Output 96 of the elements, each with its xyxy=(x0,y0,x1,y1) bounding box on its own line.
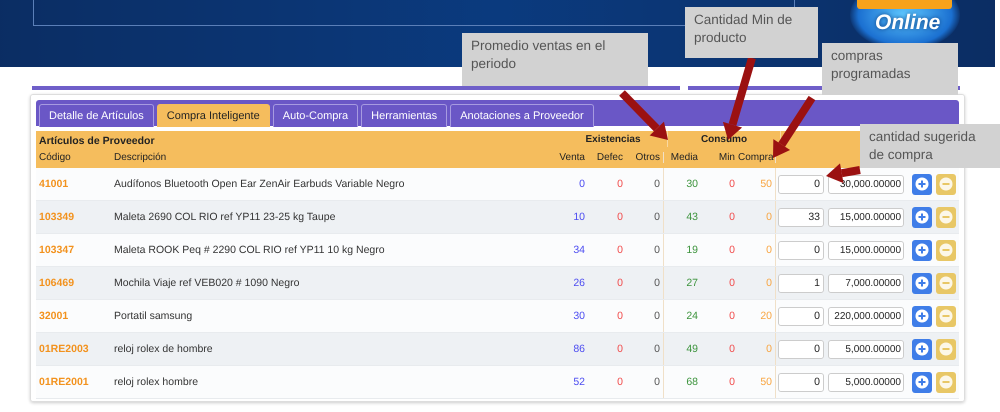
table-cell-text: 19 xyxy=(685,243,699,258)
table-cell: 0 xyxy=(738,234,776,266)
table-cell: 20 xyxy=(738,300,776,332)
table-cell-text: 34 xyxy=(572,243,586,258)
add-button[interactable] xyxy=(912,372,932,392)
table-cell-text: reloj rolex hombre xyxy=(114,375,200,390)
table-cell-text: 27 xyxy=(685,276,699,291)
table-cell: 0 xyxy=(626,234,664,266)
table-cell-text: 0 xyxy=(728,375,736,390)
table-cell: 0 xyxy=(626,168,664,200)
logo-text: Online xyxy=(875,11,940,35)
table-cell-text: 01RE2003 xyxy=(39,342,90,357)
callout: compras programadas xyxy=(822,43,958,95)
column-header: Venta xyxy=(558,152,586,163)
table-cell-text: 0 xyxy=(616,375,624,390)
table-cell-text: 103347 xyxy=(39,243,76,258)
price-field[interactable]: 5,000.00000 xyxy=(828,340,904,358)
table-cell-text: 0 xyxy=(616,276,624,291)
table-cell-text: 32001 xyxy=(39,309,70,324)
tab[interactable]: Auto-Compra xyxy=(272,104,358,127)
table-cell-text: 0 xyxy=(728,309,736,324)
table-cell: 50 xyxy=(738,366,776,398)
tab[interactable]: Anotaciones a Proveedor xyxy=(450,104,594,127)
tab[interactable]: Detalle de Artículos xyxy=(39,104,154,127)
table-cell-text: 01RE2001 xyxy=(39,375,90,390)
price-field[interactable]: 220,000.00000 xyxy=(828,306,904,326)
table-cell: 0 xyxy=(626,333,664,365)
table-cell-text: 86 xyxy=(572,342,586,357)
add-button[interactable] xyxy=(912,306,932,326)
callout: Cantidad Min de producto xyxy=(685,7,818,58)
table-cell-text: 0 xyxy=(728,177,736,192)
arrow xyxy=(773,96,816,158)
tab[interactable]: Herramientas xyxy=(361,104,448,127)
table-cell-text: 0 xyxy=(616,342,624,357)
table-cell-text: 52 xyxy=(572,375,586,390)
table-cell-text: 41001 xyxy=(39,177,70,192)
table-cell-text: 68 xyxy=(685,375,699,390)
table-cell-text: Portatil samsung xyxy=(114,309,194,324)
table-cell-text: 30 xyxy=(685,177,699,192)
table-cell: 0 xyxy=(626,201,664,233)
table-cell-text: 49 xyxy=(685,342,699,357)
table-cell-text: 106469 xyxy=(39,276,76,291)
price-field[interactable]: 7,000.00000 xyxy=(828,274,904,292)
column-header: Media xyxy=(670,152,699,163)
column-header: Min xyxy=(718,152,736,163)
table-cell-text: 0 xyxy=(578,177,586,192)
table-cell-text: 10 xyxy=(572,210,586,225)
table-cell: 0 xyxy=(738,267,776,299)
quantity-field[interactable]: 0 xyxy=(778,340,824,358)
add-button[interactable] xyxy=(912,240,932,260)
add-button[interactable] xyxy=(912,338,932,360)
price-field[interactable]: 30,000.00000 xyxy=(828,174,904,194)
quantity-field[interactable]: 0 xyxy=(778,240,824,260)
table-cell-text: 0 xyxy=(728,243,736,258)
callout: Promedio ventas en el periodo xyxy=(462,33,648,86)
column-header: Otros xyxy=(626,152,664,163)
tab[interactable]: Compra Inteligente xyxy=(156,104,270,127)
table-cell-text: Audífonos Bluetooth Open Ear ZenAir Earbuds Variable Negro xyxy=(114,177,406,192)
table-cell: 0 xyxy=(626,267,664,299)
table-cell-text: 0 xyxy=(728,342,736,357)
table-cell: 0 xyxy=(626,366,664,398)
table-cell-text: 0 xyxy=(728,210,736,225)
quantity-field[interactable]: 1 xyxy=(778,274,824,292)
column-header: Código xyxy=(39,152,72,163)
table-title: Artículos de Proveedor xyxy=(39,135,156,147)
add-button[interactable] xyxy=(912,174,932,194)
table-cell-text: 0 xyxy=(616,210,624,225)
callout: cantidad sugerida de compra xyxy=(860,124,1000,168)
add-button[interactable] xyxy=(912,272,932,294)
quantity-field[interactable]: 0 xyxy=(778,174,824,194)
table-cell-text: Maleta ROOK Peq # 2290 COL RIO ref YP11 10 kg Negro xyxy=(114,243,386,258)
column-header: Descripción xyxy=(114,152,168,163)
price-field[interactable]: 15,000.00000 xyxy=(828,240,904,260)
quantity-field[interactable]: 33 xyxy=(778,208,824,226)
table-cell-text: Mochila Viaje ref VEB020 # 1090 Negro xyxy=(114,276,300,291)
table-cell: 0 xyxy=(738,201,776,233)
table-cell-text: 0 xyxy=(616,309,624,324)
table-cell-text: 30 xyxy=(572,309,586,324)
table-cell-text: 43 xyxy=(685,210,699,225)
column-header: Defec xyxy=(596,152,624,163)
table-cell-text: 0 xyxy=(728,276,736,291)
table-cell-text: 0 xyxy=(616,243,624,258)
quantity-field[interactable]: 0 xyxy=(778,372,824,392)
table-cell-text: 0 xyxy=(616,177,624,192)
table-cell: 0 xyxy=(738,333,776,365)
table-cell-text: 24 xyxy=(685,309,699,324)
price-field[interactable]: 5,000.00000 xyxy=(828,372,904,392)
table-cell: 0 xyxy=(626,300,664,332)
price-field[interactable]: 15,000.00000 xyxy=(828,208,904,226)
table-cell-text: 26 xyxy=(572,276,586,291)
quantity-field[interactable]: 0 xyxy=(778,306,824,326)
table-cell-text: reloj rolex de hombre xyxy=(114,342,214,357)
add-button[interactable] xyxy=(912,206,932,228)
table-cell-text: Maleta 2690 COL RIO ref YP11 23-25 kg Taupe xyxy=(114,210,336,225)
table-cell-text: 103349 xyxy=(39,210,76,225)
table-cell: 50 xyxy=(738,168,776,200)
